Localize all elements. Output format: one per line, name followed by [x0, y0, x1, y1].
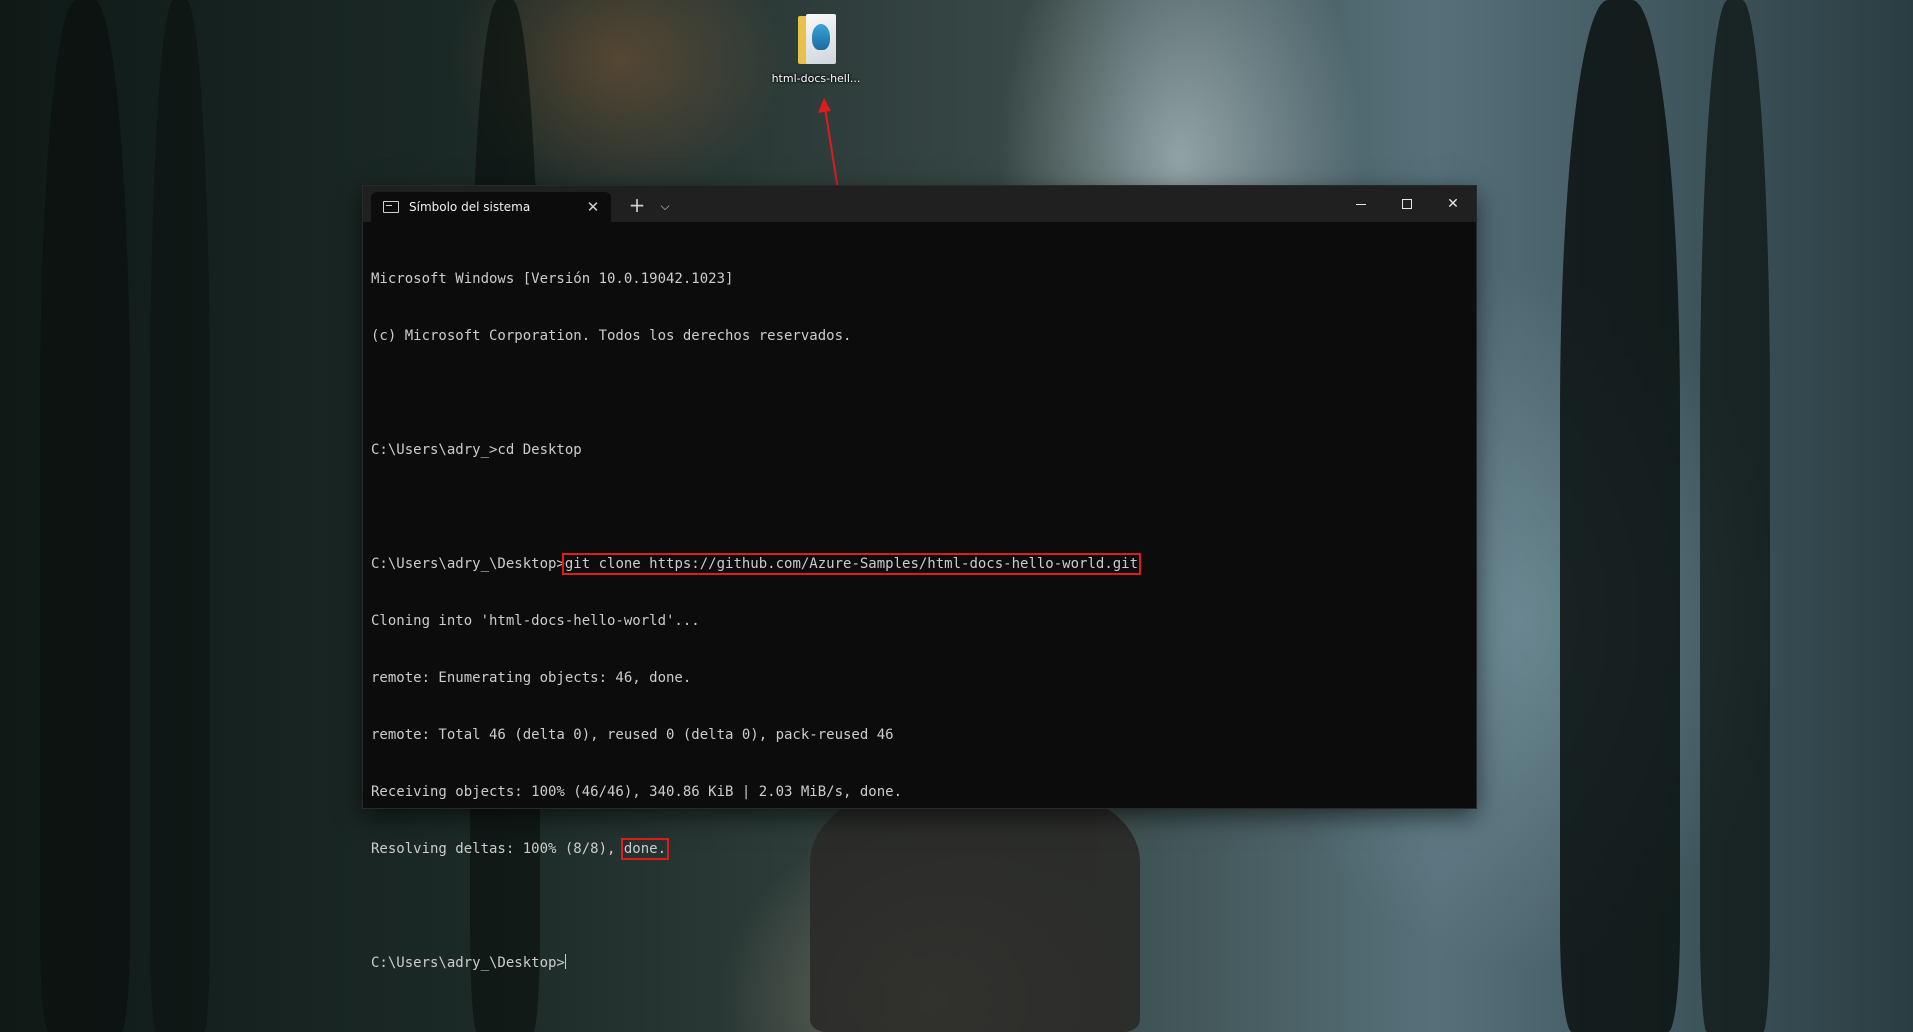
minimize-icon — [1356, 203, 1366, 205]
console-line: (c) Microsoft Corporation. Todos los der… — [371, 328, 852, 344]
done-highlight: done. — [620, 838, 670, 860]
prompt: C:\Users\adry_\Desktop> — [371, 556, 565, 572]
terminal-icon — [383, 201, 399, 213]
console-line: Receiving objects: 100% (46/46), 340.86 … — [371, 784, 903, 800]
console-line-prompt: C:\Users\adry_\Desktop> — [371, 954, 1468, 973]
prompt: C:\Users\adry_\Desktop> — [371, 955, 565, 971]
console-output[interactable]: Microsoft Windows [Versión 10.0.19042.10… — [371, 232, 1468, 1011]
console-line: remote: Total 46 (delta 0), reused 0 (de… — [371, 727, 894, 743]
minimize-button[interactable] — [1338, 186, 1384, 222]
console-line: remote: Enumerating objects: 46, done. — [371, 670, 692, 686]
terminal-window[interactable]: Símbolo del sistema ✕ + ⌵ ✕ Microsoft Wi… — [363, 186, 1476, 971]
tab-close-button[interactable]: ✕ — [581, 198, 605, 216]
console-line-resolving: Resolving deltas: 100% (8/8), done. — [371, 838, 1468, 860]
new-tab-button[interactable]: + — [625, 192, 649, 218]
title-bar[interactable]: Símbolo del sistema ✕ + ⌵ ✕ — [363, 186, 1476, 222]
resolving-text: Resolving deltas: 100% (8/8), — [371, 841, 624, 857]
console-line-git: C:\Users\adry_\Desktop>git clone https:/… — [371, 553, 1468, 575]
tab-dropdown-button[interactable]: ⌵ — [655, 194, 675, 218]
text-cursor — [564, 954, 566, 969]
close-button[interactable]: ✕ — [1430, 186, 1476, 222]
console-line: Cloning into 'html-docs-hello-world'... — [371, 613, 700, 629]
maximize-button[interactable] — [1384, 186, 1430, 222]
tab-title: Símbolo del sistema — [409, 200, 531, 214]
maximize-icon — [1402, 199, 1412, 209]
tab-cmd[interactable]: Símbolo del sistema ✕ — [371, 192, 611, 222]
git-clone-command-highlight: git clone https://github.com/Azure-Sampl… — [561, 553, 1142, 575]
console-line: Microsoft Windows [Versión 10.0.19042.10… — [371, 271, 734, 287]
console-line: C:\Users\adry_>cd Desktop — [371, 442, 582, 458]
